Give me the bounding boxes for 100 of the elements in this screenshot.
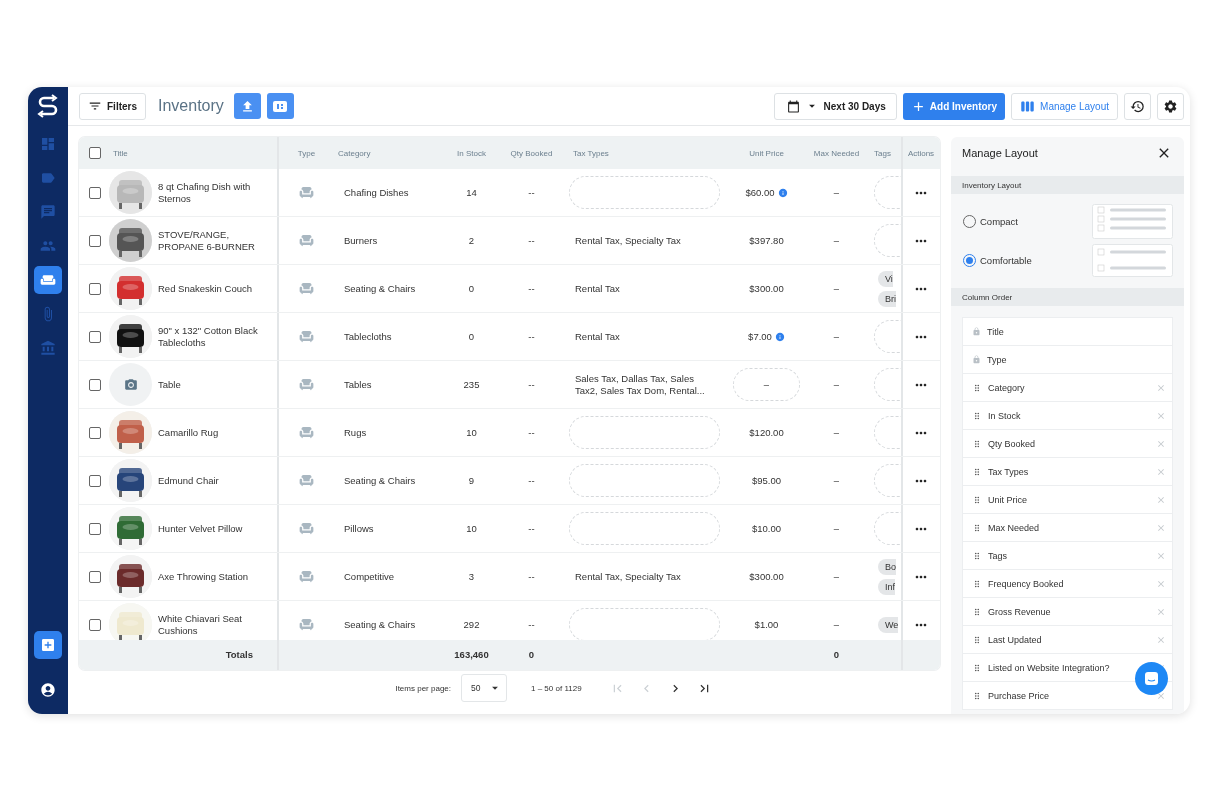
category-cell-text: Burners <box>343 234 378 247</box>
item-title[interactable]: Camarillo Rug <box>158 426 227 439</box>
column-header[interactable]: Actions <box>907 148 935 158</box>
drag-handle-icon[interactable] <box>972 466 982 477</box>
drag-handle-icon[interactable] <box>972 438 982 449</box>
category-cell-text: Rugs <box>343 426 367 439</box>
column-header[interactable]: Qty Booked <box>510 148 553 158</box>
chair-icon <box>299 521 314 536</box>
section-heading: Inventory Layout <box>951 176 1184 194</box>
row-checkbox[interactable] <box>89 378 101 391</box>
in-stock-cell: 0 <box>468 282 475 295</box>
select-all-checkbox[interactable] <box>89 147 101 159</box>
item-title[interactable]: STOVE/RANGE, PROPANE 6-BURNER <box>158 228 277 253</box>
chair-icon <box>299 617 314 632</box>
settings-icon <box>1163 98 1178 114</box>
item-title[interactable]: Table <box>158 378 189 391</box>
drag-handle-icon[interactable] <box>972 382 982 393</box>
drag-handle-icon[interactable] <box>972 410 982 421</box>
chair-icon <box>299 281 314 296</box>
row-checkbox[interactable] <box>89 282 101 295</box>
drag-handle-icon[interactable] <box>972 662 982 673</box>
item-title[interactable]: Edmund Chair <box>158 474 227 487</box>
info-icon[interactable] <box>774 331 785 342</box>
column-header[interactable]: Max Needed <box>813 148 860 158</box>
page-range: 1 – 50 of 1129 <box>531 683 582 693</box>
column-header[interactable]: Category <box>334 148 371 158</box>
max-needed-cell: – <box>833 618 840 631</box>
drag-handle-icon[interactable] <box>972 550 982 561</box>
chair-icon <box>299 425 314 440</box>
column-header[interactable]: Unit Price <box>749 148 784 158</box>
column-order-item[interactable]: Qty Booked <box>962 429 1173 458</box>
item-title[interactable]: Axe Throwing Station <box>158 570 257 583</box>
drag-handle-icon[interactable] <box>972 522 982 533</box>
history-button[interactable] <box>1124 92 1151 120</box>
manage-layout-button[interactable]: Manage Layout <box>1011 92 1118 120</box>
remove-icon[interactable] <box>1156 690 1166 701</box>
add-icon[interactable] <box>34 631 62 659</box>
column-order-item[interactable]: In Stock <box>962 401 1173 430</box>
row-checkbox[interactable] <box>89 474 101 487</box>
item-title[interactable]: 90" x 132" Cotton Black Tablecloths <box>158 324 277 349</box>
max-needed-cell: – <box>833 330 840 343</box>
column-header[interactable]: Tax Types <box>569 148 609 158</box>
item-title[interactable]: Hunter Velvet Pillow <box>158 522 251 535</box>
unit-price-cell: $120.00 <box>749 426 784 439</box>
row-checkbox[interactable] <box>89 186 101 199</box>
row-checkbox[interactable] <box>89 618 101 631</box>
column-header[interactable]: Title <box>109 148 128 158</box>
unit-price-cell: $300.00 <box>749 570 784 583</box>
column-header[interactable]: Type <box>297 148 316 158</box>
drag-handle-icon[interactable] <box>972 494 982 505</box>
column-order-item[interactable]: Last Updated <box>962 625 1173 654</box>
drag-handle-icon[interactable] <box>972 690 982 701</box>
column-order-item[interactable]: Title <box>962 317 1173 346</box>
settings-button[interactable] <box>1157 92 1184 120</box>
qty-booked-cell: -- <box>528 330 535 343</box>
column-order-item[interactable]: Max Needed <box>962 513 1173 542</box>
item-title[interactable]: White Chiavari Seat Cushions <box>158 612 277 637</box>
info-icon[interactable] <box>777 187 788 198</box>
qty-booked-cell: -- <box>528 426 535 439</box>
column-order-item[interactable]: Tax Types <box>962 457 1173 486</box>
drag-handle-icon[interactable] <box>972 606 982 617</box>
row-checkbox[interactable] <box>89 234 101 247</box>
row-checkbox[interactable] <box>89 330 101 343</box>
price-card-button[interactable] <box>266 93 294 119</box>
chair-icon <box>299 185 314 200</box>
row-checkbox[interactable] <box>89 426 101 439</box>
column-order-item[interactable]: Gross Revenue <box>962 597 1173 626</box>
filters-button[interactable]: Filters <box>79 92 146 120</box>
column-order-item[interactable]: Unit Price <box>962 485 1173 514</box>
in-stock-cell: 3 <box>468 570 475 583</box>
upload-button[interactable] <box>233 93 261 119</box>
drag-handle-icon[interactable] <box>972 634 982 645</box>
date-range-dropdown[interactable]: Next 30 Days <box>773 92 897 120</box>
items-per-page-select[interactable]: 50 <box>461 674 507 702</box>
sofa-icon[interactable] <box>34 266 62 294</box>
category-cell-text: Tablecloths <box>343 330 392 343</box>
item-title[interactable]: 8 qt Chafing Dish with Sternos <box>158 180 277 205</box>
drag-handle-icon[interactable] <box>972 578 982 589</box>
add-inventory-button[interactable]: Add Inventory <box>902 92 1006 120</box>
row-checkbox[interactable] <box>89 570 101 583</box>
column-order-item[interactable]: Tags <box>962 541 1173 570</box>
chair-icon <box>299 569 314 584</box>
row-checkbox[interactable] <box>89 522 101 535</box>
history-icon <box>1130 98 1145 114</box>
column-order-item[interactable]: Frequency Booked <box>962 569 1173 598</box>
totals-cell: 0 <box>528 649 535 661</box>
column-order-item[interactable]: Type <box>962 345 1173 374</box>
unit-price-cell: $7.00 <box>748 330 772 343</box>
max-needed-cell: – <box>833 522 840 535</box>
column-order-item[interactable]: Purchase Price <box>962 681 1173 710</box>
column-header[interactable]: Tags <box>874 148 891 158</box>
column-order-item[interactable]: Category <box>962 373 1173 402</box>
tax-types-cell-text: Rental Tax, Specialty Tax <box>574 234 682 247</box>
in-stock-cell: 9 <box>468 474 475 487</box>
layout-option-label[interactable]: Comfortable <box>980 255 1032 266</box>
qty-booked-cell: -- <box>528 378 535 391</box>
column-header[interactable]: In Stock <box>457 148 486 158</box>
item-title[interactable]: Red Snakeskin Couch <box>158 282 260 295</box>
layout-option-label[interactable]: Compact <box>980 216 1018 227</box>
in-stock-cell: 10 <box>466 426 477 439</box>
